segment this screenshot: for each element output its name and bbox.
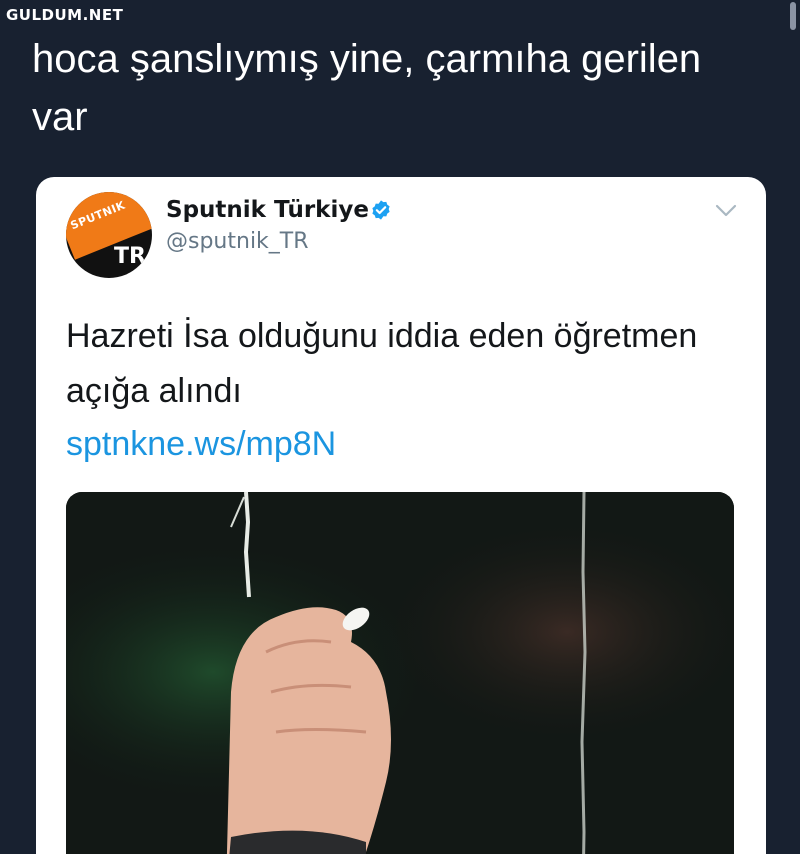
chalkboard-photo — [66, 492, 734, 854]
tweet-text: Hazreti İsa olduğunu iddia eden öğretmen… — [66, 317, 698, 410]
post-caption: hoca şanslıymış yine, çarmıha gerilen va… — [32, 37, 702, 139]
tweet-media-image[interactable] — [66, 492, 734, 854]
avatar[interactable]: SPUTNIK TR — [66, 192, 152, 278]
embedded-tweet-card[interactable]: SPUTNIK TR Sputnik Türkiye @sputnik_TR H… — [36, 177, 766, 854]
account-name[interactable]: Sputnik Türkiye — [166, 197, 369, 223]
watermark: GULDUM.NET — [6, 6, 124, 24]
account-handle[interactable]: @sputnik_TR — [166, 229, 309, 254]
avatar-region-text: TR — [114, 244, 146, 269]
tweet-link[interactable]: sptnkne.ws/mp8N — [66, 425, 336, 464]
screen: GULDUM.NET hoca şanslıymış yine, çarmıha… — [0, 0, 800, 854]
scroll-indicator[interactable] — [790, 2, 796, 30]
chevron-down-icon[interactable] — [714, 203, 738, 219]
verified-badge-icon — [372, 200, 390, 220]
